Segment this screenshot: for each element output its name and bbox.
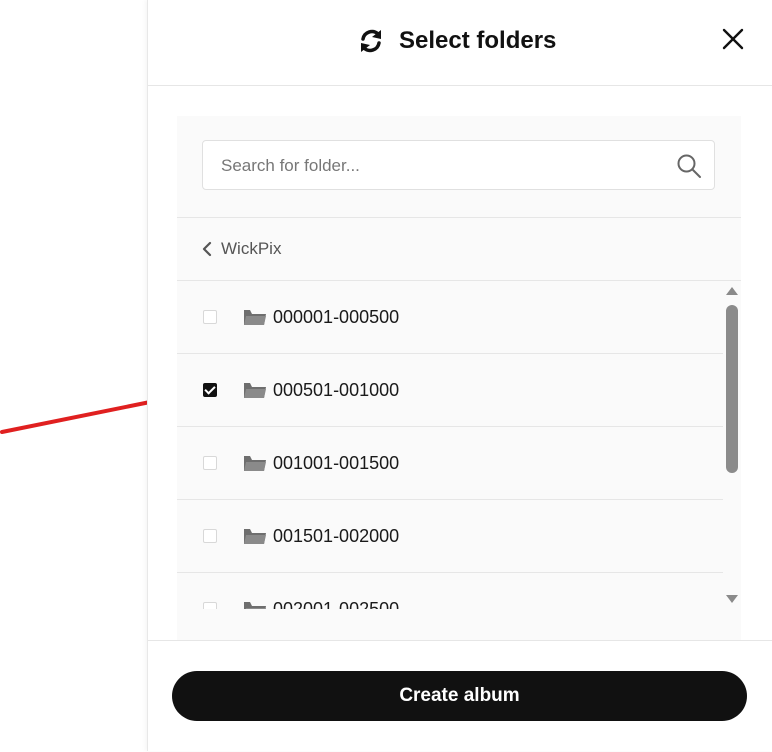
folder-row[interactable]: 000001-000500 <box>177 281 723 354</box>
folder-icon <box>244 383 266 398</box>
title-wrap: Select folders <box>355 24 556 58</box>
folder-row[interactable]: 001001-001500 <box>177 427 723 500</box>
folder-icon <box>244 529 266 544</box>
list-scrollbar[interactable] <box>723 281 741 609</box>
close-icon <box>722 28 744 50</box>
folder-row[interactable]: 000501-001000 <box>177 354 723 427</box>
search-box <box>202 140 715 191</box>
scroll-up-arrow-icon[interactable] <box>726 287 738 295</box>
folder-checkbox[interactable] <box>203 602 217 609</box>
folder-checkbox[interactable] <box>203 383 217 397</box>
folder-icon <box>244 602 266 609</box>
folder-panel: WickPix 000001-000500 000501-001000 <box>177 116 741 640</box>
chevron-left-icon <box>202 241 212 257</box>
scroll-thumb[interactable] <box>726 305 738 473</box>
folder-icon <box>244 310 266 325</box>
folder-name: 000001-000500 <box>273 307 400 327</box>
folder-name: 001001-001500 <box>273 453 400 473</box>
modal-title: Select folders <box>399 27 557 54</box>
breadcrumb: WickPix <box>177 218 741 281</box>
breadcrumb-label: WickPix <box>221 239 282 258</box>
folder-row[interactable]: 002001-002500 <box>177 573 723 609</box>
modal-header: Select folders <box>148 0 772 86</box>
search-area <box>177 116 741 218</box>
back-button[interactable]: WickPix <box>201 239 281 259</box>
select-folders-modal: Select folders WickPix <box>147 0 772 751</box>
close-button[interactable] <box>720 26 746 52</box>
folder-name: 002001-002500 <box>273 599 400 609</box>
modal-footer: Create album <box>148 640 772 752</box>
create-album-button[interactable]: Create album <box>172 671 747 721</box>
scroll-down-arrow-icon[interactable] <box>726 595 738 603</box>
sync-arrows-icon <box>355 25 387 57</box>
search-icon[interactable] <box>676 153 702 179</box>
search-input[interactable] <box>219 141 663 191</box>
folder-icon <box>244 456 266 471</box>
folder-row[interactable]: 001501-002000 <box>177 500 723 573</box>
folder-checkbox[interactable] <box>203 310 217 324</box>
folder-list: 000001-000500 000501-001000 001001-00150… <box>177 281 723 609</box>
folder-checkbox[interactable] <box>203 456 217 470</box>
folder-name: 000501-001000 <box>273 380 400 400</box>
folder-name: 001501-002000 <box>273 526 400 546</box>
folder-checkbox[interactable] <box>203 529 217 543</box>
